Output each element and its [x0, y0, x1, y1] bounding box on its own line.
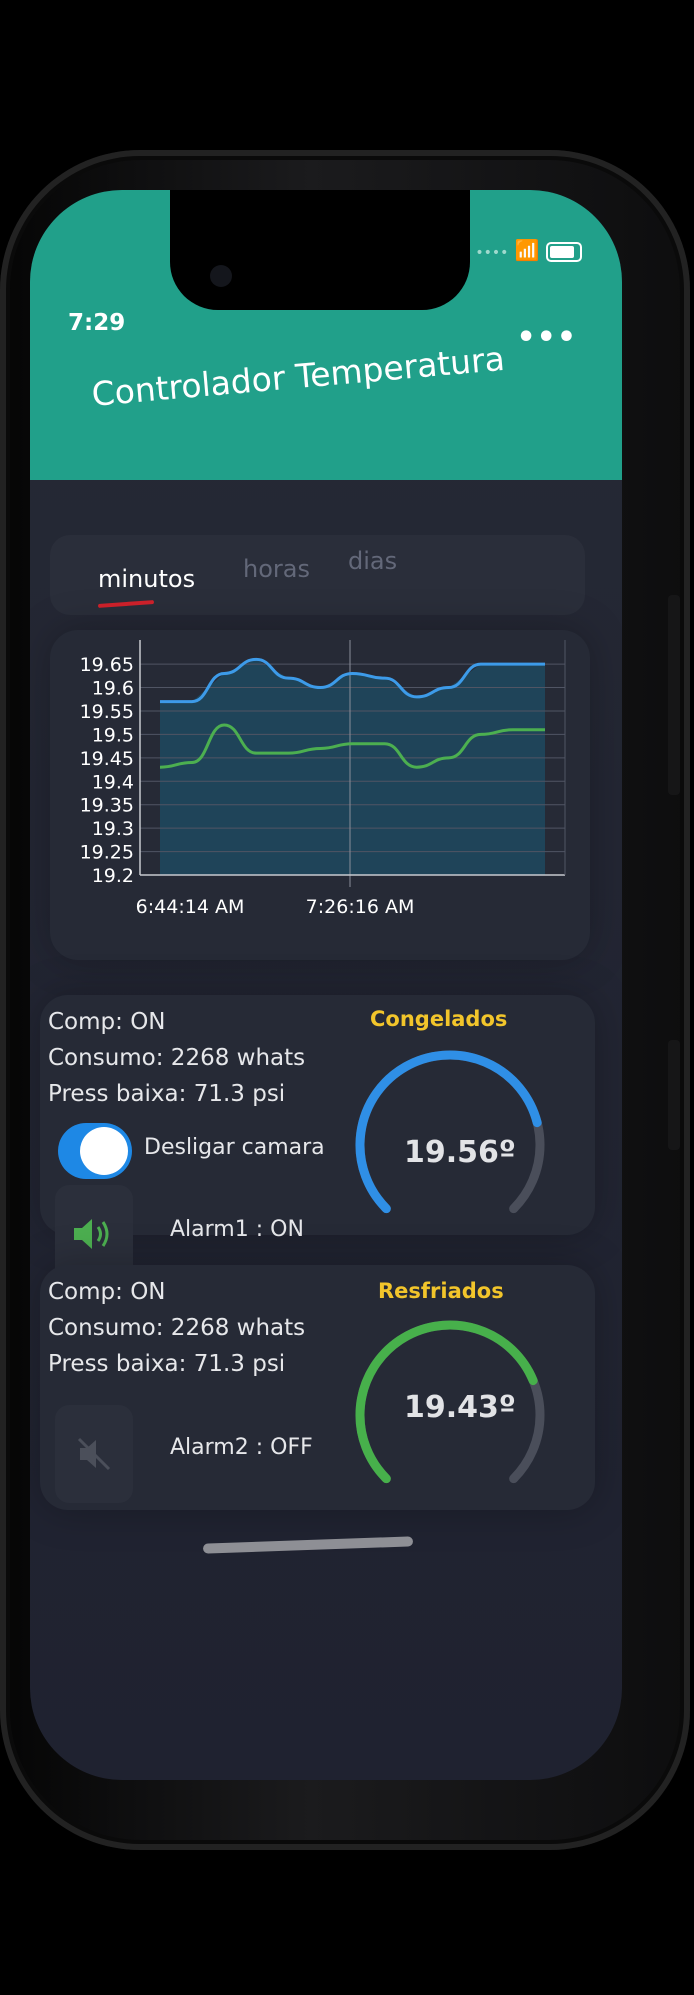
alarm2-button[interactable] — [55, 1405, 133, 1503]
page-title: Controlador Temperatura — [90, 338, 507, 414]
notch — [170, 190, 470, 310]
time-range-tabs: minutos horas dias — [50, 535, 585, 615]
resfriados-card: Comp: ON Consumo: 2268 whats Press baixa… — [40, 1265, 595, 1510]
tab-minutos[interactable]: minutos — [98, 565, 195, 593]
status-time: 7:29 — [68, 310, 126, 336]
toggle-label: Desligar camara — [144, 1135, 325, 1160]
gauge-title: Congelados — [370, 1007, 508, 1031]
alarm1-label: Alarm1 : ON — [170, 1217, 304, 1242]
volume-up-icon — [74, 1219, 109, 1249]
consumo-value: Consumo: 2268 whats — [48, 1045, 306, 1071]
y-tick-label: 19.45 — [80, 748, 134, 770]
side-button — [668, 595, 680, 795]
tab-dias[interactable]: dias — [348, 547, 397, 575]
x-tick-label: 6:44:14 AM — [136, 896, 245, 918]
press-value: Press baixa: 71.3 psi — [48, 1081, 286, 1107]
phone-screen: 7:29 •••• 📶 ••• Controlador Temperatura … — [30, 190, 622, 1780]
side-button-lower — [668, 1040, 680, 1150]
consumo-value: Consumo: 2268 whats — [48, 1315, 306, 1341]
y-tick-label: 19.3 — [92, 818, 134, 840]
y-tick-label: 19.5 — [92, 724, 134, 746]
chart-area-fill — [160, 659, 545, 875]
gauge-value: 19.43º — [404, 1390, 516, 1425]
signal-icon: •••• — [475, 245, 509, 261]
x-tick-label: 7:26:16 AM — [306, 896, 415, 918]
home-indicator — [202, 1536, 414, 1554]
y-tick-label: 19.2 — [92, 865, 134, 887]
temperature-chart: 19.6519.619.5519.519.4519.419.3519.319.2… — [80, 640, 566, 918]
y-tick-label: 19.35 — [80, 795, 134, 817]
y-tick-label: 19.65 — [80, 654, 134, 676]
tab-horas[interactable]: horas — [243, 555, 310, 583]
press-value: Press baixa: 71.3 psi — [48, 1351, 286, 1377]
y-tick-label: 19.4 — [92, 771, 134, 793]
status-icons: •••• 📶 — [475, 238, 582, 262]
temperature-chart-card: 19.65 19.6 19.55 19.5 19.45 19.4 19.35 19.3 19.2… — [50, 630, 590, 960]
gauge-progress — [355, 1050, 542, 1214]
alarm2-label: Alarm2 : OFF — [170, 1435, 313, 1460]
y-tick-label: 19.6 — [92, 678, 134, 700]
battery-icon — [546, 241, 582, 262]
comp-status: Comp: ON — [48, 1279, 166, 1305]
camera-icon — [210, 265, 232, 287]
comp-status: Comp: ON — [48, 1009, 166, 1035]
more-menu-icon[interactable]: ••• — [516, 320, 577, 355]
app-bar: 7:29 •••• 📶 ••• Controlador Temperatura — [30, 190, 622, 480]
toggle-knob — [80, 1127, 128, 1175]
wifi-icon: 📶 — [514, 238, 540, 262]
volume-off-icon — [77, 1437, 111, 1471]
y-tick-label: 19.55 — [80, 701, 134, 723]
desligar-camara-toggle[interactable] — [58, 1123, 132, 1179]
gauge-value: 19.56º — [404, 1135, 516, 1170]
active-tab-indicator — [97, 600, 155, 608]
gauge-title: Resfriados — [378, 1279, 504, 1303]
congelados-card: Comp: ON Consumo: 2268 whats Press baixa… — [40, 995, 595, 1283]
y-tick-label: 19.25 — [80, 842, 134, 864]
